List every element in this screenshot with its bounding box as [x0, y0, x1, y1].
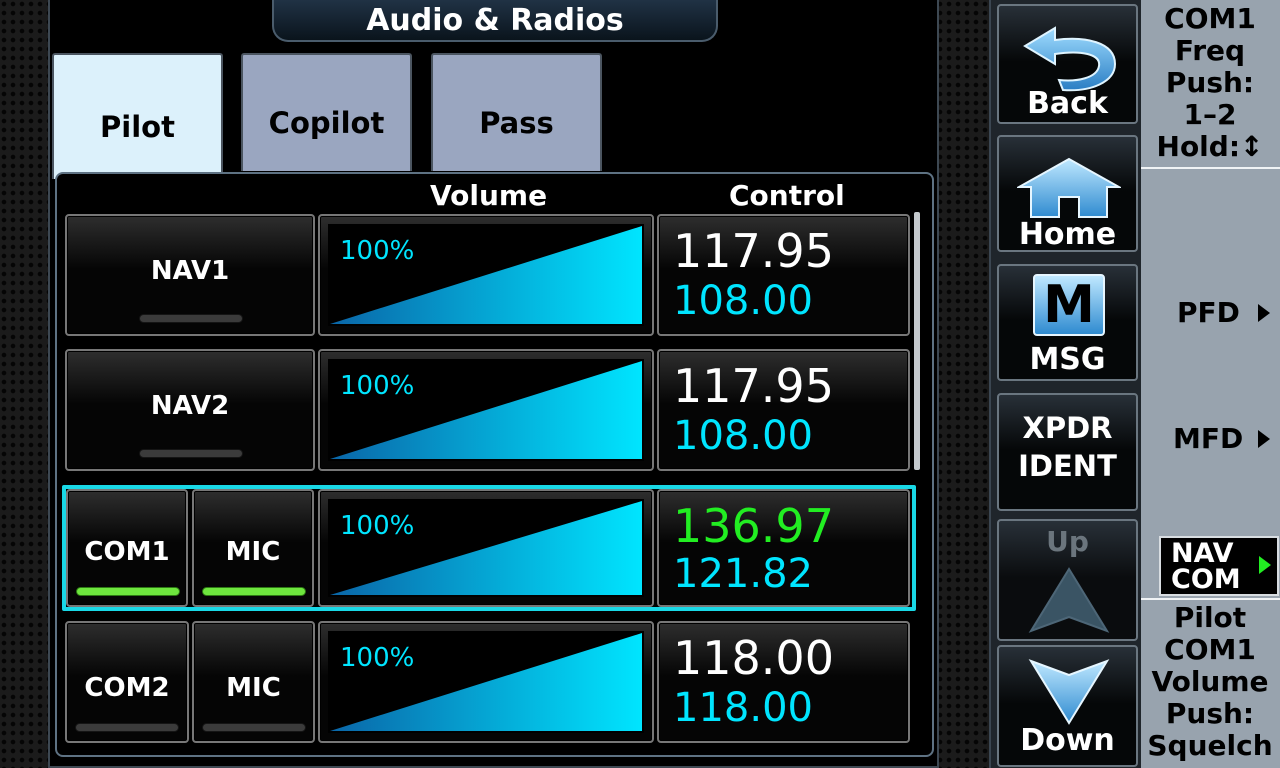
- nav2-button[interactable]: NAV2: [65, 349, 315, 471]
- home-button[interactable]: Home: [997, 135, 1138, 252]
- down-label: Down: [1020, 723, 1115, 758]
- down-arrow-icon: [1028, 659, 1110, 725]
- sk-top-line4: 1–2: [1183, 98, 1237, 131]
- com1-mic-label: MIC: [225, 537, 281, 567]
- com1-standby-frequency: 121.82: [673, 551, 813, 597]
- control-column-header: Control: [729, 179, 845, 212]
- up-label: Up: [1046, 525, 1089, 558]
- sk-bottom-line2: COM1: [1164, 633, 1256, 666]
- nav2-standby-frequency: 108.00: [673, 413, 813, 459]
- nav1-standby-frequency: 108.00: [673, 278, 813, 324]
- mfd-right-triangle-icon: [1258, 430, 1270, 448]
- message-icon-glyph: M: [1043, 275, 1095, 335]
- pfd-right-triangle-icon: [1258, 304, 1270, 322]
- xpdr-label: XPDR: [1022, 411, 1113, 445]
- page-title: Audio & Radios: [272, 0, 718, 42]
- com1-indicator: [76, 587, 180, 596]
- softkey-divider: [1141, 167, 1280, 169]
- scroll-up-button[interactable]: Up: [997, 519, 1138, 641]
- pfd-softkey-label: PFD: [1177, 296, 1240, 329]
- nav1-indicator: [139, 314, 243, 323]
- sk-bottom-line1: Pilot: [1173, 601, 1247, 634]
- com1-active-frequency: 136.97: [673, 499, 834, 553]
- com2-standby-frequency: 118.00: [673, 685, 813, 731]
- msg-label: MSG: [1029, 342, 1106, 377]
- sk-bottom-line5: Squelch: [1147, 729, 1273, 762]
- message-icon: M: [1033, 274, 1105, 336]
- mfd-softkey-label: MFD: [1173, 422, 1244, 455]
- back-arrow-icon: [1023, 26, 1117, 92]
- nav1-frequency-control[interactable]: 117.95 108.00: [657, 214, 910, 336]
- nav2-indicator: [139, 449, 243, 458]
- ident-label: IDENT: [1018, 449, 1117, 483]
- xpdr-ident-button[interactable]: XPDR IDENT: [997, 393, 1138, 511]
- com1-label: COM1: [84, 537, 170, 567]
- nav1-volume-bar: 100%: [328, 224, 644, 326]
- page-title-text: Audio & Radios: [366, 2, 624, 38]
- msg-button[interactable]: M MSG: [997, 264, 1138, 381]
- back-label: Back: [1027, 86, 1108, 121]
- com2-label: COM2: [84, 673, 170, 703]
- volume-column-header: Volume: [430, 179, 548, 212]
- com1-mic-button[interactable]: MIC: [192, 489, 314, 607]
- sk-top-line2: Freq: [1174, 34, 1246, 67]
- softkey-divider-lower: [1141, 598, 1280, 600]
- sk-top-line5: Hold:↕: [1156, 130, 1264, 163]
- com2-frequency-control[interactable]: 118.00 118.00: [657, 621, 910, 743]
- nav2-label: NAV2: [150, 391, 230, 421]
- navcom-line2: COM: [1171, 564, 1241, 595]
- nav2-volume-control[interactable]: 100%: [318, 349, 654, 471]
- nav2-active-frequency: 117.95: [673, 359, 834, 413]
- tab-copilot-label: Copilot: [268, 106, 385, 140]
- com1-mic-indicator: [202, 587, 306, 596]
- sk-top-line3: Push:: [1165, 66, 1255, 99]
- nav1-label: NAV1: [150, 256, 230, 286]
- list-scrollbar[interactable]: [914, 212, 920, 470]
- navcom-right-triangle-icon: [1259, 556, 1271, 574]
- scroll-down-button[interactable]: Down: [997, 645, 1138, 767]
- nav1-volume-control[interactable]: 100%: [318, 214, 654, 336]
- com2-mic-button[interactable]: MIC: [192, 621, 315, 743]
- tab-pass[interactable]: Pass: [431, 53, 602, 171]
- sk-bottom-line4: Push:: [1165, 697, 1255, 730]
- com1-volume-control[interactable]: 100%: [318, 489, 654, 607]
- nav2-volume-text: 100%: [340, 371, 415, 401]
- com1-button[interactable]: COM1: [66, 489, 188, 607]
- com2-button[interactable]: COM2: [65, 621, 189, 743]
- pilot-com1-volume-softkey-label[interactable]: Pilot COM1 Volume Push: Squelch: [1143, 602, 1277, 762]
- com1-volume-bar: 100%: [328, 499, 644, 597]
- nav1-volume-text: 100%: [340, 236, 415, 266]
- nav1-active-frequency: 117.95: [673, 224, 834, 278]
- com2-indicator: [75, 723, 179, 732]
- com2-active-frequency: 118.00: [673, 631, 834, 685]
- com1-volume-text: 100%: [340, 511, 415, 541]
- com2-mic-label: MIC: [226, 673, 281, 703]
- nav2-volume-bar: 100%: [328, 359, 644, 461]
- home-label: Home: [1018, 217, 1117, 252]
- tab-copilot[interactable]: Copilot: [241, 53, 412, 171]
- tab-pilot-label: Pilot: [100, 110, 175, 144]
- nav2-frequency-control[interactable]: 117.95 108.00: [657, 349, 910, 471]
- sk-bottom-line3: Volume: [1151, 665, 1269, 698]
- com2-volume-bar: 100%: [328, 631, 644, 733]
- com1-freq-softkey-label[interactable]: COM1 Freq Push: 1–2 Hold:↕: [1143, 3, 1277, 163]
- pfd-softkey[interactable]: PFD: [1143, 297, 1277, 329]
- tab-pass-label: Pass: [479, 106, 554, 140]
- com2-volume-control[interactable]: 100%: [318, 621, 654, 743]
- back-button[interactable]: Back: [997, 4, 1138, 124]
- com1-frequency-control[interactable]: 136.97 121.82: [657, 489, 910, 607]
- com2-volume-text: 100%: [340, 643, 415, 673]
- up-arrow-icon: [1028, 567, 1110, 633]
- nav1-button[interactable]: NAV1: [65, 214, 315, 336]
- navcom-softkey[interactable]: NAV COM: [1159, 536, 1279, 596]
- tab-pilot[interactable]: Pilot: [52, 53, 223, 179]
- sk-top-line1: COM1: [1164, 2, 1256, 35]
- com2-mic-indicator: [202, 723, 306, 732]
- home-icon: [1017, 157, 1121, 218]
- mfd-softkey[interactable]: MFD: [1143, 423, 1277, 455]
- navcom-line1: NAV: [1171, 538, 1234, 569]
